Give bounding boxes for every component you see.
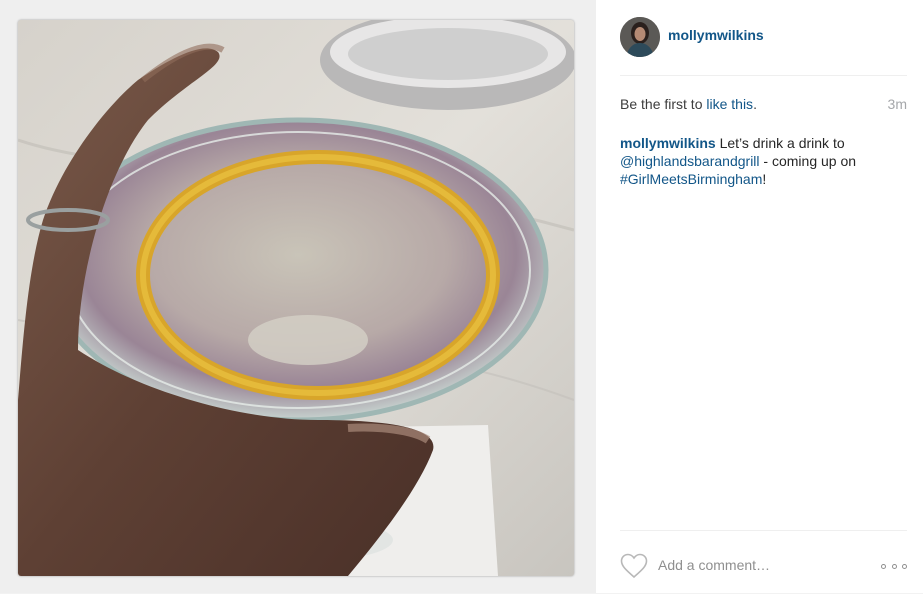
caption-text: ! xyxy=(762,171,767,187)
likes-prefix: Be the first to xyxy=(620,96,707,112)
cocktail-photo-illustration xyxy=(18,20,574,576)
hashtag-link[interactable]: #GirlMeetsBirmingham xyxy=(620,171,762,187)
avatar-image xyxy=(620,17,660,57)
likes-line: Be the first to like this. xyxy=(620,96,907,112)
likes-suffix: . xyxy=(753,96,757,112)
post-sidebar: mollymwilkins Be the first to like this.… xyxy=(596,0,923,593)
like-this-link[interactable]: like this xyxy=(706,96,753,112)
avatar[interactable] xyxy=(620,17,660,57)
post-footer xyxy=(620,530,907,594)
mention-link[interactable]: @highlandsbarandgrill xyxy=(620,153,760,169)
post-photo[interactable] xyxy=(18,20,574,576)
heart-icon[interactable] xyxy=(620,553,648,579)
dot-icon xyxy=(891,563,897,569)
more-options-icon[interactable] xyxy=(881,561,907,571)
dot-icon xyxy=(902,563,907,569)
dot-icon xyxy=(881,563,886,569)
post-timestamp[interactable]: 3m xyxy=(888,96,907,112)
post-caption: mollymwilkins Let’s drink a drink to @hi… xyxy=(620,134,890,188)
caption-username-link[interactable]: mollymwilkins xyxy=(620,135,716,151)
photo-pane xyxy=(0,0,596,593)
post-header: mollymwilkins xyxy=(620,17,907,76)
caption-text: - coming up on xyxy=(759,153,857,169)
comment-input[interactable] xyxy=(658,551,858,579)
caption-text: Let’s drink a drink to xyxy=(715,135,845,151)
username-link[interactable]: mollymwilkins xyxy=(668,27,764,43)
